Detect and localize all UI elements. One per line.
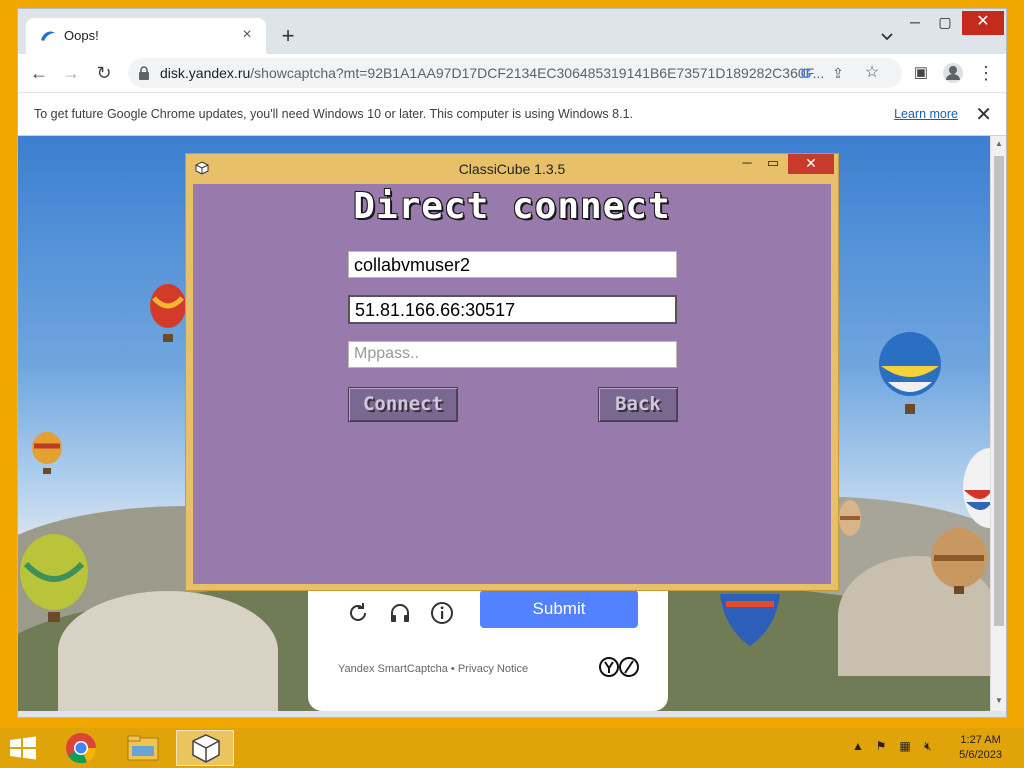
windows-logo-icon[interactable] — [8, 736, 38, 760]
reload-icon[interactable] — [346, 601, 370, 625]
browser-toolbar: ← → ↻ disk.yandex.ru/showcaptcha?mt=92B1… — [18, 54, 1006, 92]
direct-connect-heading: Direct connect — [353, 186, 671, 227]
tab-search-chevron-icon[interactable] — [878, 27, 896, 45]
taskbar-classicube[interactable] — [176, 730, 234, 766]
classicube-titlebar[interactable]: ClassiCube 1.3.5 ─ ▭ ✕ — [186, 154, 838, 182]
address-bar[interactable]: disk.yandex.ru/showcaptcha?mt=92B1A1AA97… — [128, 58, 902, 88]
infobar-message: To get future Google Chrome updates, you… — [34, 107, 633, 121]
taskbar-clock[interactable]: 1:27 AM 5/6/2023 — [959, 733, 1002, 763]
desktop-icon-fragment — [0, 60, 10, 74]
captcha-card: Submit Yandex SmartCaptcha • Privacy Not… — [308, 576, 668, 711]
info-icon[interactable] — [430, 601, 454, 625]
headphones-icon[interactable] — [388, 601, 412, 625]
maximize-button[interactable]: ▢ — [930, 11, 960, 35]
classicube-maximize-button[interactable]: ▭ — [760, 154, 786, 174]
address-input[interactable]: 51.81.166.66:30517 — [348, 295, 677, 324]
classicube-client-area: Direct connect collabvmuser2 51.81.166.6… — [193, 184, 831, 584]
volume-muted-icon[interactable]: 🔇︎ — [920, 739, 936, 755]
share-icon[interactable]: ⇪ — [826, 61, 850, 85]
bookmark-star-icon[interactable]: ☆ — [860, 61, 884, 85]
forward-arrow-icon[interactable]: → — [58, 60, 84, 86]
tab-strip: Oops! × + ─ ▢ ✕ — [18, 9, 1006, 54]
chrome-menu-icon[interactable]: ⋮ — [973, 60, 999, 86]
classicube-window: ClassiCube 1.3.5 ─ ▭ ✕ Direct connect co… — [185, 153, 839, 591]
taskbar-chrome[interactable] — [52, 730, 110, 766]
smartcaptcha-logo-icon — [599, 657, 639, 677]
classicube-icon — [192, 734, 220, 763]
page-scrollbar[interactable]: ▲ ▼ — [990, 136, 1006, 711]
tab-oops[interactable]: Oops! × — [26, 18, 266, 54]
username-input[interactable]: collabvmuser2 — [348, 251, 677, 278]
balloon-graphic — [931, 528, 987, 594]
new-tab-button[interactable]: + — [276, 25, 300, 49]
balloon-graphic — [150, 284, 186, 342]
tab-close-icon[interactable]: × — [236, 24, 258, 46]
profile-icon[interactable] — [940, 60, 966, 86]
update-infobar: To get future Google Chrome updates, you… — [18, 92, 1006, 136]
file-explorer-icon — [127, 735, 159, 761]
network-icon[interactable]: ▦ — [897, 739, 913, 755]
infobar-close-icon[interactable]: ✕ — [975, 102, 992, 127]
tray-overflow-icon[interactable]: ▲ — [850, 739, 866, 755]
balloon-graphic — [839, 500, 861, 536]
scrollbar-thumb[interactable] — [994, 156, 1004, 626]
taskbar: ▲ ⚑ ▦ 🔇︎ 1:27 AM 5/6/2023 — [0, 728, 1024, 768]
taskbar-file-explorer[interactable] — [114, 730, 172, 766]
captcha-footer[interactable]: Yandex SmartCaptcha • Privacy Notice — [338, 663, 528, 675]
action-center-flag-icon[interactable]: ⚑ — [873, 739, 889, 755]
google-icon[interactable]: G — [794, 61, 818, 85]
back-button[interactable]: Back — [598, 387, 678, 422]
scroll-up-icon[interactable]: ▲ — [993, 139, 1005, 151]
learn-more-link[interactable]: Learn more — [894, 107, 958, 121]
balloon-graphic — [963, 448, 990, 528]
scroll-down-icon[interactable]: ▼ — [993, 696, 1005, 708]
chrome-icon — [66, 733, 97, 764]
mppass-input[interactable]: Mppass.. — [348, 341, 677, 368]
balloon-graphic — [879, 332, 941, 414]
tab-title: Oops! — [64, 28, 99, 43]
clock-time: 1:27 AM — [960, 734, 1001, 746]
minimize-button[interactable]: ─ — [900, 11, 930, 35]
lock-icon — [139, 66, 149, 80]
classicube-minimize-button[interactable]: ─ — [734, 154, 760, 174]
close-window-button[interactable]: ✕ — [962, 11, 1004, 35]
back-arrow-icon[interactable]: ← — [26, 60, 52, 86]
yandex-disk-favicon-icon — [41, 31, 55, 41]
submit-button[interactable]: Submit — [480, 590, 638, 628]
balloon-graphic — [32, 432, 62, 474]
balloon-graphic — [720, 594, 780, 646]
connect-button[interactable]: Connect — [348, 387, 458, 422]
classicube-close-button[interactable]: ✕ — [788, 154, 834, 174]
reload-icon[interactable]: ↻ — [91, 60, 117, 86]
side-panel-icon[interactable]: ▣ — [908, 60, 934, 86]
background-rock — [58, 591, 278, 711]
clock-date: 5/6/2023 — [959, 749, 1002, 761]
url-text: disk.yandex.ru/showcaptcha?mt=92B1A1AA97… — [160, 65, 825, 81]
balloon-graphic — [20, 534, 88, 622]
